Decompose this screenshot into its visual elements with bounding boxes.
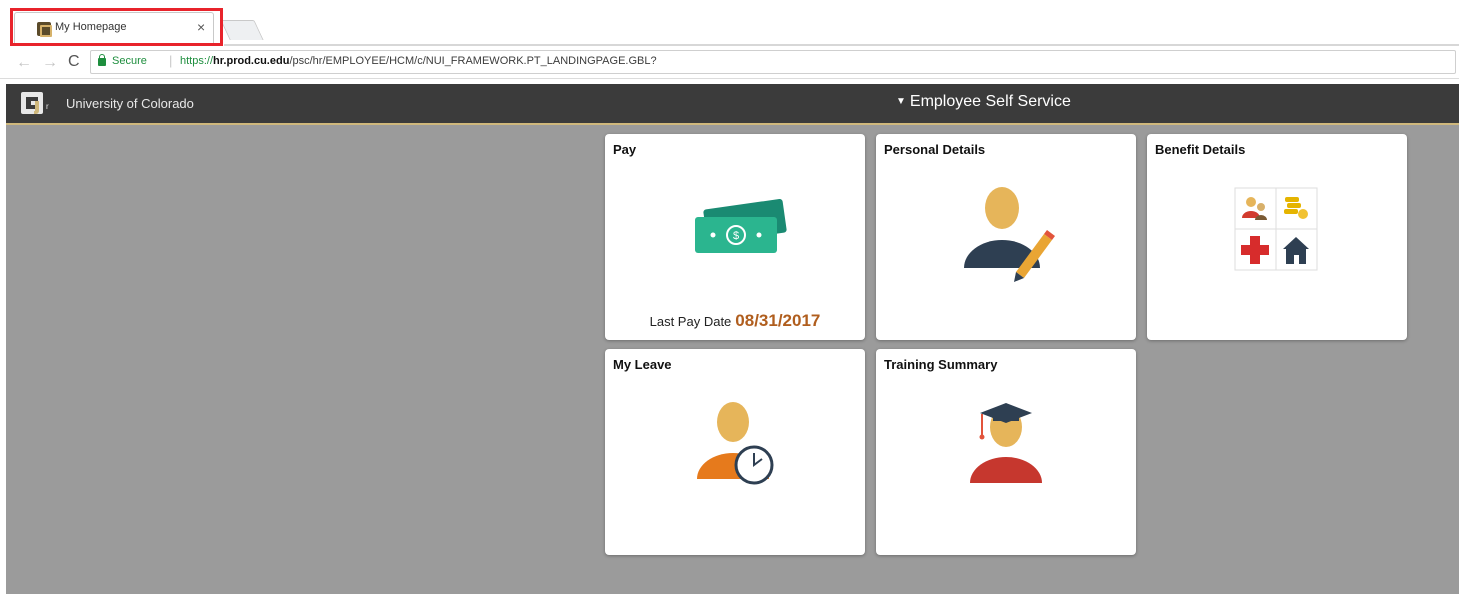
- tile-pay[interactable]: Pay $ Last Pay Date 08/31/2017: [605, 134, 865, 340]
- browser-toolbar: ← → C Secure | https://hr.prod.cu.edu/ps…: [0, 46, 1459, 79]
- tile-my-leave[interactable]: My Leave: [605, 349, 865, 555]
- browser-tabstrip: My Homepage ×: [0, 0, 1459, 46]
- brand-name: University of Colorado: [66, 96, 194, 111]
- tile-training-summary[interactable]: Training Summary: [876, 349, 1136, 555]
- last-pay-date-value: 08/31/2017: [735, 311, 821, 330]
- tile-personal-details[interactable]: Personal Details: [876, 134, 1136, 340]
- tab-highlight-box: [10, 8, 223, 46]
- url-text[interactable]: https://hr.prod.cu.edu/psc/hr/EMPLOYEE/H…: [180, 55, 657, 67]
- url-host: hr.prod.cu.edu: [213, 55, 290, 67]
- homepage-content: Pay $ Last Pay Date 08/31/2017 Personal D…: [6, 125, 1459, 594]
- app-header: r University of Colorado ▼ Employee Self …: [6, 84, 1459, 125]
- back-arrow-icon[interactable]: ←: [16, 54, 32, 72]
- last-pay-date: Last Pay Date 08/31/2017: [605, 311, 865, 331]
- person-edit-icon: [964, 187, 1055, 282]
- forward-arrow-icon[interactable]: →: [42, 54, 58, 72]
- graduate-icon: [970, 403, 1042, 483]
- svg-text:$: $: [733, 230, 739, 242]
- address-bar[interactable]: Secure | https://hr.prod.cu.edu/psc/hr/E…: [90, 50, 1456, 74]
- benefits-grid-icon: [1234, 187, 1318, 271]
- lock-icon: [98, 54, 106, 66]
- new-tab-button[interactable]: [220, 20, 264, 40]
- homepage-selector[interactable]: ▼ Employee Self Service: [896, 93, 1071, 111]
- cu-logo-icon: r: [21, 92, 49, 114]
- tile-benefit-details[interactable]: Benefit Details: [1147, 134, 1407, 340]
- secure-label: Secure: [112, 55, 147, 67]
- url-scheme: https://: [180, 55, 214, 67]
- person-clock-icon: [697, 402, 774, 485]
- url-separator: |: [169, 53, 173, 68]
- homepage-name: Employee Self Service: [909, 93, 1071, 110]
- reload-icon[interactable]: C: [68, 53, 80, 71]
- url-path: /psc/hr/EMPLOYEE/HCM/c/NUI_FRAMEWORK.PT_…: [289, 55, 657, 67]
- caret-down-icon: ▼: [896, 96, 906, 107]
- money-icon: $: [695, 198, 787, 253]
- svg-text:r: r: [46, 102, 49, 111]
- last-pay-date-label: Last Pay Date: [649, 314, 732, 329]
